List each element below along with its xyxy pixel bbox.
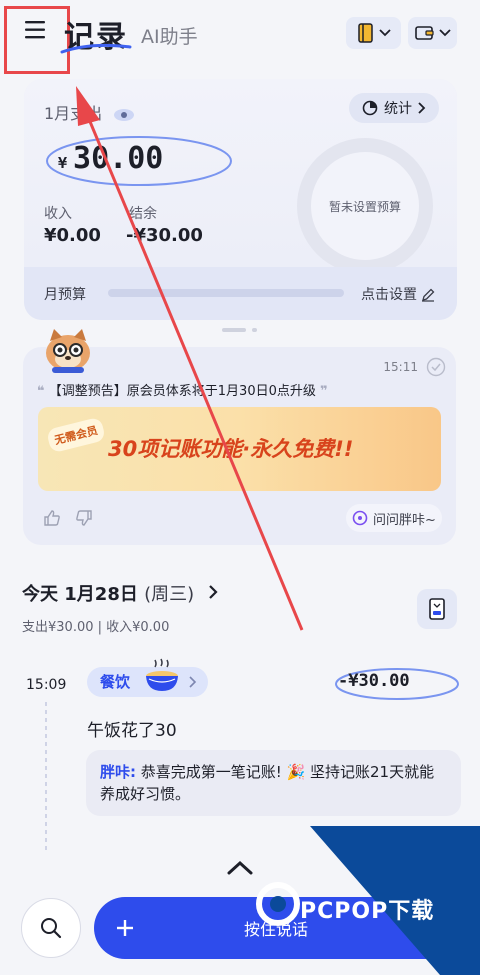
promo-badge: 无需会员	[45, 416, 107, 454]
record-note[interactable]: 午饭花了30	[87, 716, 177, 741]
monthly-summary-card[interactable]: 1月支出 ¥30.00 收入 ¥0.00 结余 -¥30.00 统计 暂未设置预…	[24, 79, 457, 320]
search-icon	[41, 918, 62, 939]
announcement-text-row: ❝ 【调整预告】原会员体系将于1月30日0点升级 ❞	[37, 384, 328, 399]
chevron-up-icon[interactable]	[226, 860, 254, 876]
menu-icon	[25, 21, 45, 39]
chat-spark-icon	[352, 510, 368, 526]
ask-pangka-button[interactable]: 问问胖咔~	[346, 504, 442, 532]
month-expense-label: 1月支出	[44, 100, 135, 124]
day-summary: 支出¥30.00 | 收入¥0.00	[22, 620, 170, 635]
wallet-switch-button[interactable]	[408, 17, 457, 49]
chevron-down-icon	[378, 29, 391, 37]
thumbs-down-icon[interactable]	[75, 509, 93, 527]
budget-label: 月预算	[44, 287, 86, 303]
reply-name: 胖咔:	[100, 763, 136, 781]
monthly-budget-row[interactable]: 月预算 点击设置	[24, 267, 457, 320]
watermark-logo-icon	[256, 882, 300, 926]
category-pill[interactable]: 餐饮	[87, 658, 208, 697]
stats-button[interactable]: 统计	[349, 93, 439, 123]
mascot-avatar	[46, 329, 90, 373]
pie-chart-icon	[362, 100, 378, 116]
quote-close-icon: ❞	[320, 384, 328, 399]
category-label: 餐饮	[100, 673, 131, 691]
chevron-right-icon	[209, 585, 219, 599]
announcement-card[interactable]: 15:11 ❝ 【调整预告】原会员体系将于1月30日0点升级 ❞ 无需会员 30…	[23, 347, 456, 545]
title-underline-decoration	[60, 43, 132, 54]
income-value: ¥0.00	[44, 225, 101, 246]
reply-text: 恭喜完成第一笔记账! 🎉 坚持记账21天就能养成好习惯。	[100, 763, 435, 803]
chevron-right-icon	[189, 676, 197, 688]
check-circle-icon	[426, 357, 446, 377]
timeline-line	[45, 702, 47, 850]
announcement-time: 15:11	[383, 360, 418, 374]
receipt-icon	[429, 598, 445, 620]
notebook-icon	[357, 23, 373, 43]
tab-ai-assistant[interactable]: AI助手	[141, 22, 198, 49]
balance-value: -¥30.00	[126, 225, 203, 246]
receipt-button[interactable]	[417, 589, 457, 629]
budget-set-link[interactable]: 点击设置	[361, 284, 435, 304]
eye-icon[interactable]	[113, 108, 135, 122]
month-expense-amount: ¥30.00	[58, 141, 164, 176]
page-indicator-active	[222, 328, 246, 332]
noodle-bowl-icon	[146, 658, 178, 691]
plus-icon	[117, 920, 133, 936]
wallet-icon	[414, 26, 434, 40]
assistant-reply: 胖咔: 恭喜完成第一笔记账! 🎉 坚持记账21天就能养成好习惯。	[86, 750, 461, 816]
quote-open-icon: ❝	[37, 384, 45, 399]
chevron-down-icon	[438, 29, 451, 37]
date-header[interactable]: 今天 1月28日 (周三)	[22, 580, 219, 606]
watermark-text: PCPOP下载	[300, 899, 435, 924]
record-time: 15:09	[26, 677, 67, 693]
promo-banner[interactable]: 无需会员 30项记账功能·永久免费!!	[38, 407, 441, 491]
income-label: 收入	[44, 206, 72, 222]
budget-ring[interactable]: 暂未设置预算	[297, 138, 433, 274]
balance-label: 结余	[129, 206, 157, 222]
page-indicator-dot	[252, 328, 257, 332]
ledger-switch-button[interactable]	[346, 17, 401, 49]
record-amount[interactable]: -¥30.00	[338, 671, 458, 695]
pencil-icon	[422, 288, 435, 302]
budget-progress-bar	[108, 289, 344, 297]
chevron-right-icon	[418, 102, 426, 114]
promo-text: 30项记账功能·永久免费!!	[108, 437, 354, 461]
search-button[interactable]	[21, 898, 81, 958]
thumbs-up-icon[interactable]	[43, 509, 61, 527]
